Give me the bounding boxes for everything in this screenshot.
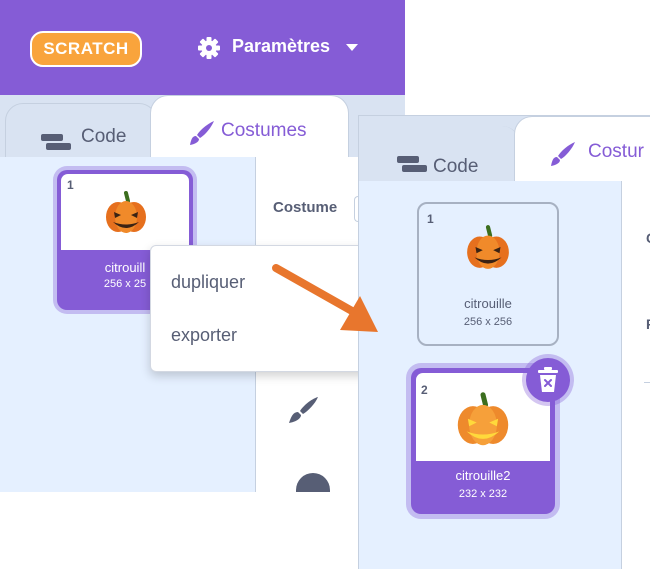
menu-item-duplicate[interactable]: dupliquer — [171, 272, 245, 293]
costume-thumbnail: 1 — [61, 174, 189, 250]
costume-size: 256 x 256 — [463, 316, 513, 328]
editor-label-fragment: C — [646, 230, 650, 246]
editor-label-fragment: F — [646, 316, 650, 332]
costume-name: citrouille2 — [455, 468, 511, 483]
delete-costume-button[interactable] — [526, 358, 570, 402]
tab-code-label: Code — [81, 126, 127, 147]
costume-size: 232 x 232 — [458, 488, 508, 500]
trash-icon — [538, 367, 558, 392]
tab-code[interactable]: Code — [5, 103, 157, 165]
costume-number: 1 — [67, 178, 74, 192]
costume-card[interactable]: 1 citrouille 256 x 256 — [417, 202, 559, 346]
paintbrush-icon — [190, 121, 214, 145]
paintbrush-icon — [551, 142, 575, 166]
brush-tool-icon[interactable] — [285, 395, 319, 425]
costume-name-label: Costume — [273, 199, 338, 216]
pumpkin-icon — [467, 225, 509, 269]
tab-code-label: Code — [433, 156, 479, 177]
tab-costumes-label: Costur — [588, 141, 644, 162]
logo-text: SCRATCH — [43, 39, 129, 58]
arrow-icon — [272, 264, 378, 332]
pumpkin-icon — [106, 191, 146, 233]
tab-costumes-label: Costumes — [221, 120, 307, 141]
code-blocks-icon — [41, 134, 71, 150]
tab-code[interactable]: Code — [359, 126, 520, 184]
costume-number: 2 — [421, 383, 428, 397]
code-blocks-icon — [397, 156, 427, 172]
pumpkin-icon — [457, 392, 509, 446]
costume-number: 1 — [427, 212, 434, 226]
settings-menu-label[interactable]: Paramètres — [232, 36, 330, 57]
scratch-editor-after: Code Costur C F 1 citrouille 256 x 256 2 — [358, 115, 650, 569]
scratch-editor-before: SCRATCH Paramètres Code Costumes Costume… — [0, 0, 405, 492]
menu-item-export[interactable]: exporter — [171, 325, 237, 346]
tab-costumes[interactable]: Costumes — [150, 95, 349, 162]
tab-costumes[interactable]: Costur — [514, 116, 650, 187]
editor-divider-fragment — [644, 382, 650, 383]
costume-name: citrouille — [464, 296, 512, 311]
chevron-down-icon[interactable] — [346, 44, 358, 51]
scratch-logo[interactable]: SCRATCH — [30, 30, 142, 68]
gear-icon[interactable] — [198, 37, 220, 59]
